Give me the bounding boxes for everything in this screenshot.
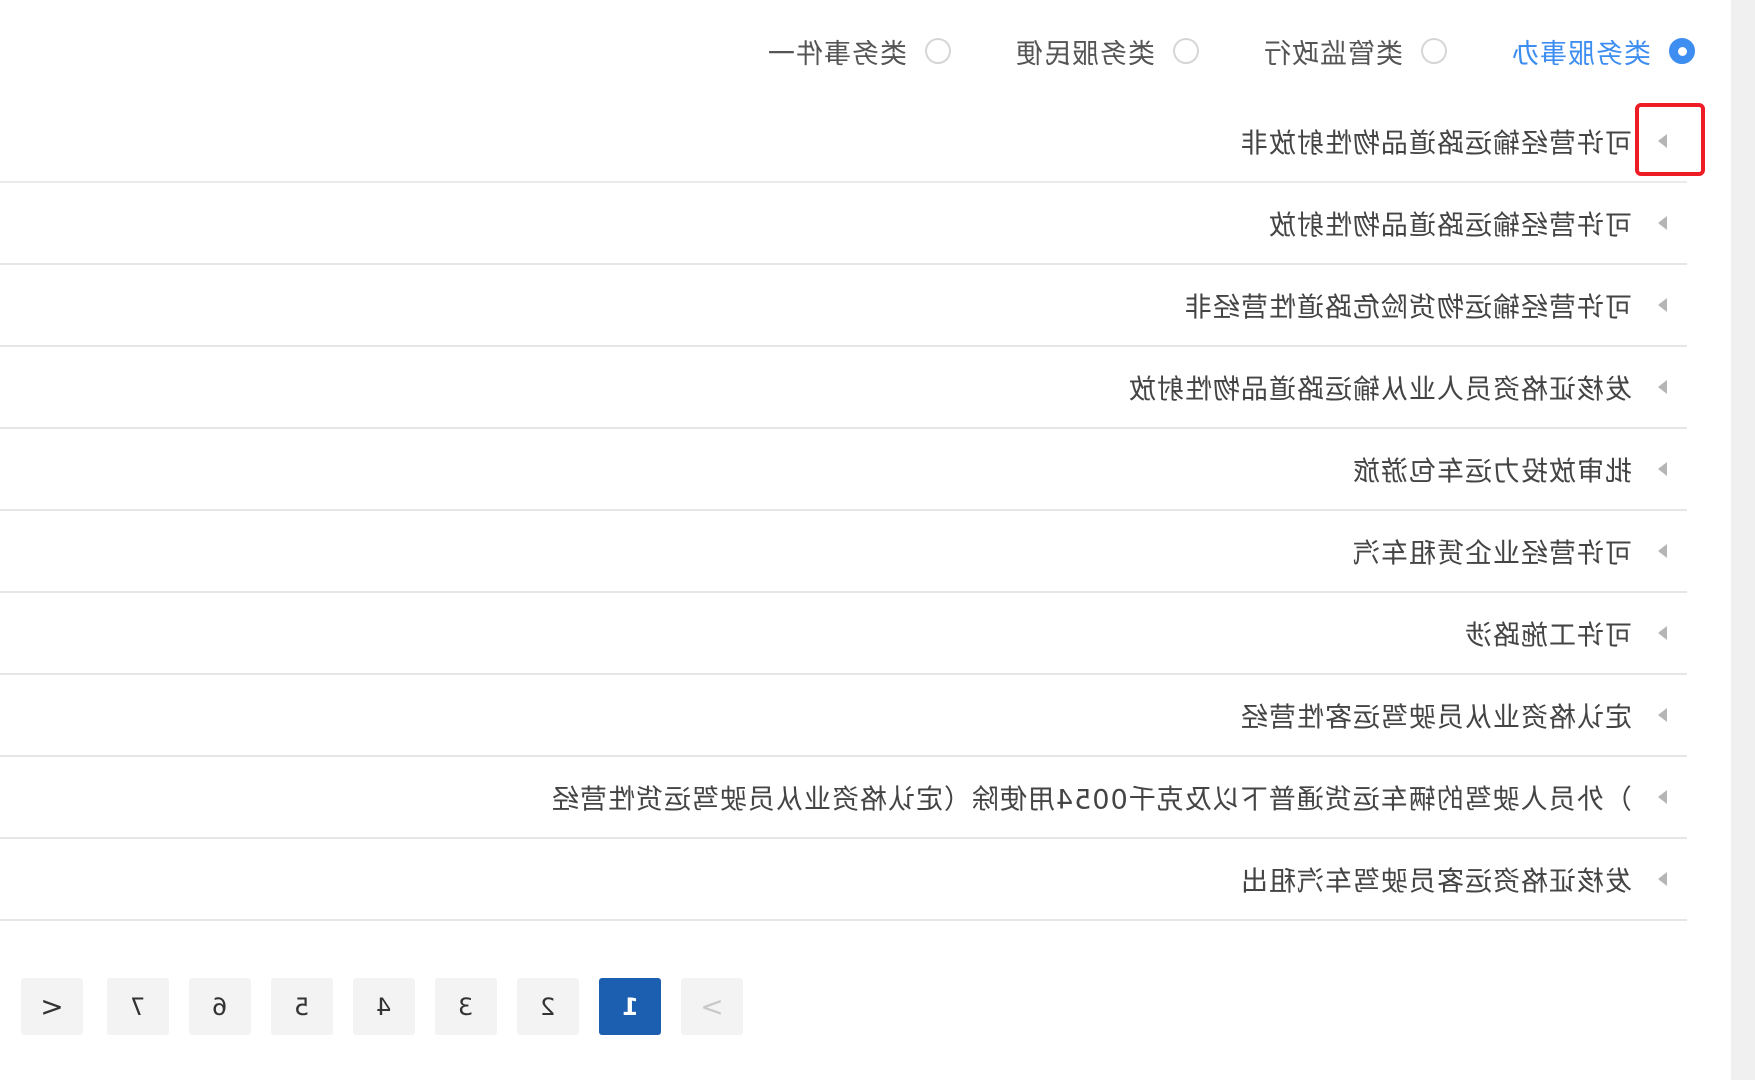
page-number: 5 xyxy=(294,992,310,1021)
list-item[interactable]: 可许营经输运路道品物性射放 xyxy=(0,183,1687,265)
radio-label: 类务服事办 xyxy=(1511,38,1651,70)
page-number: 7 xyxy=(130,992,146,1021)
chevron-left-icon: < xyxy=(700,989,724,1023)
page-button-7[interactable]: 7 xyxy=(107,978,169,1035)
radio-label: 类务服民便 xyxy=(1015,38,1155,70)
prev-page-button[interactable]: < xyxy=(681,978,743,1035)
radio-checked-icon[interactable] xyxy=(1669,38,1695,64)
list-item-title[interactable]: 发核证格资运客员驶驾车汽租出 xyxy=(1240,860,1632,899)
next-page-button[interactable]: > xyxy=(21,978,83,1035)
list-item-title[interactable]: 可许营经业企赁租车汽 xyxy=(1352,532,1632,571)
caret-left-icon[interactable] xyxy=(1658,790,1667,804)
page-button-1-current[interactable]: 1 xyxy=(599,978,661,1035)
caret-left-icon[interactable] xyxy=(1658,872,1667,886)
page-button-5[interactable]: 5 xyxy=(271,978,333,1035)
scrollbar-track[interactable] xyxy=(1731,0,1755,1080)
radio-option-banshi[interactable]: 类务服事办 xyxy=(1511,32,1695,71)
page-number: 3 xyxy=(458,992,474,1021)
list-item-title[interactable]: 可许工施路涉 xyxy=(1464,614,1632,653)
list-item-title[interactable]: 定认格资业从员驶驾运客性营经 xyxy=(1240,696,1632,735)
page-number: 4 xyxy=(376,992,392,1021)
caret-left-icon[interactable] xyxy=(1658,216,1667,230)
list-item-title[interactable]: 可许营经输运物货险危路道性营经非 xyxy=(1184,286,1632,325)
list-item[interactable]: 可许营经输运路道品物性射放非 xyxy=(0,101,1687,183)
list-item-title[interactable]: 可许营经输运路道品物性射放 xyxy=(1268,204,1632,243)
pagination: > 7 6 5 4 3 2 1 < xyxy=(21,978,743,1035)
radio-option-xingzheng[interactable]: 类管监政行 xyxy=(1263,32,1447,71)
list-item[interactable]: 定认格资业从员驶驾运客性营经 xyxy=(0,675,1687,757)
list-item[interactable]: 可许营经业企赁租车汽 xyxy=(0,511,1687,593)
list-item-title[interactable]: 发核证格资员人业从输运路道品物性射放 xyxy=(1128,368,1632,407)
caret-left-icon[interactable] xyxy=(1658,462,1667,476)
list-item[interactable]: 可许营经输运物货险危路道性营经非 xyxy=(0,265,1687,347)
list-item[interactable]: 发核证格资运客员驶驾车汽租出 xyxy=(0,839,1687,921)
list-item[interactable]: 可许工施路涉 xyxy=(0,593,1687,675)
list-item-title[interactable]: 批审放投力运车包游旅 xyxy=(1352,450,1632,489)
radio-label: 类务事件一 xyxy=(767,38,907,70)
page-button-4[interactable]: 4 xyxy=(353,978,415,1035)
caret-left-icon[interactable] xyxy=(1658,134,1667,148)
page-number: 6 xyxy=(212,992,228,1021)
page-root: 类务服事办 类管监政行 类务服民便 类务事件一 可许营经输运路道品物性射放非 可… xyxy=(0,0,1755,1080)
list-item-title[interactable]: ）外员人驶驾的辆车运货通普下以及克千0054用使除（定认格资业从员驶驾运货性营经 xyxy=(551,778,1632,817)
caret-left-icon[interactable] xyxy=(1658,708,1667,722)
list-item[interactable]: 批审放投力运车包游旅 xyxy=(0,429,1687,511)
page-number: 2 xyxy=(540,992,556,1021)
page-button-2[interactable]: 2 xyxy=(517,978,579,1035)
radio-option-yijian[interactable]: 类务事件一 xyxy=(767,32,951,71)
radio-unchecked-icon[interactable] xyxy=(925,38,951,64)
list-item-title[interactable]: 可许营经输运路道品物性射放非 xyxy=(1240,122,1632,161)
list-item[interactable]: 发核证格资员人业从输运路道品物性射放 xyxy=(0,347,1687,429)
radio-label: 类管监政行 xyxy=(1263,38,1403,70)
caret-left-icon[interactable] xyxy=(1658,298,1667,312)
category-filter: 类务服事办 类管监政行 类务服民便 类务事件一 xyxy=(660,30,1695,72)
caret-left-icon[interactable] xyxy=(1658,544,1667,558)
radio-unchecked-icon[interactable] xyxy=(1173,38,1199,64)
caret-left-icon[interactable] xyxy=(1658,626,1667,640)
service-list: 可许营经输运路道品物性射放非 可许营经输运路道品物性射放 可许营经输运物货险危路… xyxy=(0,101,1687,921)
list-item[interactable]: ）外员人驶驾的辆车运货通普下以及克千0054用使除（定认格资业从员驶驾运货性营经 xyxy=(0,757,1687,839)
page-button-6[interactable]: 6 xyxy=(189,978,251,1035)
radio-option-bianmin[interactable]: 类务服民便 xyxy=(1015,32,1199,71)
radio-unchecked-icon[interactable] xyxy=(1421,38,1447,64)
chevron-right-icon: > xyxy=(40,989,64,1023)
page-number: 1 xyxy=(621,992,639,1021)
page-button-3[interactable]: 3 xyxy=(435,978,497,1035)
caret-left-icon[interactable] xyxy=(1658,380,1667,394)
